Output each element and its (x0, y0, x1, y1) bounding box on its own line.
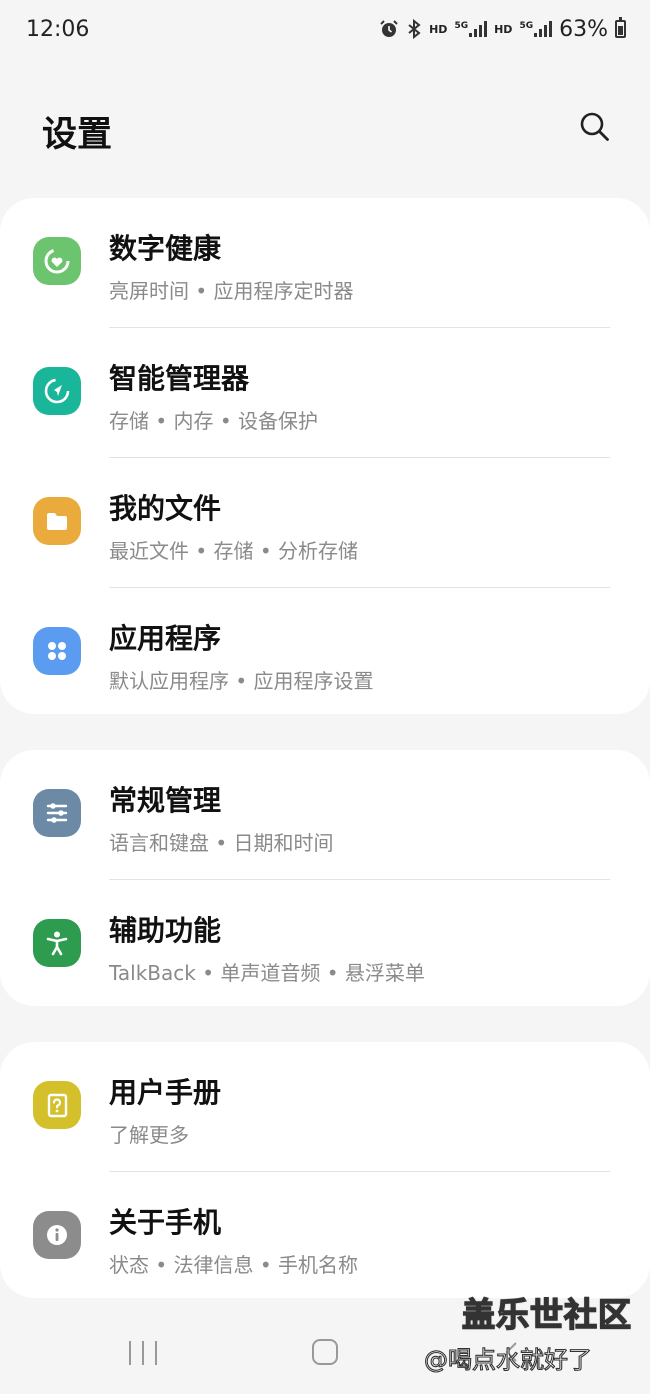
sliders-icon (33, 789, 81, 837)
item-subtitle: 亮屏时间 • 应用程序定时器 (109, 279, 354, 303)
settings-item-device-care[interactable]: 智能管理器 存储 • 内存 • 设备保护 (0, 328, 650, 458)
item-title: 应用程序 (109, 622, 222, 655)
watermark-author: @喝点水就好了 (423, 1345, 592, 1374)
settings-item-digital-wellbeing[interactable]: 数字健康 亮屏时间 • 应用程序定时器 (0, 198, 650, 328)
settings-item-my-files[interactable]: 我的文件 最近文件 • 存储 • 分析存储 (0, 458, 650, 588)
info-icon (33, 1211, 81, 1259)
recents-icon[interactable] (129, 1341, 157, 1365)
digital-wellbeing-icon (33, 237, 81, 285)
item-subtitle: TalkBack • 单声道音频 • 悬浮菜单 (109, 961, 425, 985)
item-title: 用户手册 (109, 1076, 222, 1109)
5g-signal-icon: 5G (454, 21, 488, 37)
search-button[interactable] (572, 104, 618, 150)
status-time: 12:06 (26, 16, 90, 42)
settings-group-2: 常规管理 语言和键盘 • 日期和时间 辅助功能 TalkBack • 单声道音频… (0, 750, 650, 1006)
hd-icon: HD (429, 22, 448, 36)
signal-bars-icon (534, 21, 553, 37)
5g-signal-icon: 5G (519, 21, 553, 37)
item-title: 关于手机 (109, 1206, 222, 1239)
watermark-title: 盖乐世社区 (461, 1294, 632, 1335)
home-icon[interactable] (312, 1339, 338, 1365)
item-title: 辅助功能 (109, 914, 222, 947)
item-subtitle: 默认应用程序 • 应用程序设置 (109, 669, 374, 693)
5g-label: 5G (519, 21, 534, 31)
apps-icon (33, 627, 81, 675)
settings-item-general-management[interactable]: 常规管理 语言和键盘 • 日期和时间 (0, 750, 650, 880)
battery-percent: 63% (559, 16, 608, 42)
status-icons: HD 5G HD 5G 63% (379, 17, 626, 42)
battery-icon (615, 17, 626, 38)
bluetooth-icon (406, 19, 422, 39)
help-book-icon (33, 1081, 81, 1129)
item-title: 智能管理器 (109, 362, 250, 395)
item-subtitle: 最近文件 • 存储 • 分析存储 (109, 539, 359, 563)
item-subtitle: 状态 • 法律信息 • 手机名称 (109, 1253, 359, 1277)
item-title: 常规管理 (109, 784, 222, 817)
settings-item-about-phone[interactable]: 关于手机 状态 • 法律信息 • 手机名称 (0, 1172, 650, 1298)
settings-item-accessibility[interactable]: 辅助功能 TalkBack • 单声道音频 • 悬浮菜单 (0, 880, 650, 1006)
status-bar: 12:06 HD 5G HD 5G 63% (0, 0, 650, 58)
device-care-icon (33, 367, 81, 415)
item-subtitle: 语言和键盘 • 日期和时间 (109, 831, 334, 855)
item-subtitle: 存储 • 内存 • 设备保护 (109, 409, 319, 433)
signal-bars-icon (469, 21, 488, 37)
alarm-icon (379, 19, 399, 39)
search-icon (580, 112, 609, 141)
header: 设置 (0, 90, 650, 170)
settings-group-1: 数字健康 亮屏时间 • 应用程序定时器 智能管理器 存储 • 内存 • 设备保护… (0, 198, 650, 714)
item-title: 数字健康 (109, 232, 222, 265)
hd-icon: HD (494, 22, 513, 36)
accessibility-icon (33, 919, 81, 967)
settings-group-3: 用户手册 了解更多 关于手机 状态 • 法律信息 • 手机名称 (0, 1042, 650, 1298)
item-subtitle: 了解更多 (109, 1123, 189, 1147)
item-title: 我的文件 (109, 492, 222, 525)
5g-label: 5G (454, 21, 469, 31)
folder-icon (33, 497, 81, 545)
page-title: 设置 (42, 115, 113, 155)
settings-item-apps[interactable]: 应用程序 默认应用程序 • 应用程序设置 (0, 588, 650, 714)
settings-item-user-manual[interactable]: 用户手册 了解更多 (0, 1042, 650, 1172)
